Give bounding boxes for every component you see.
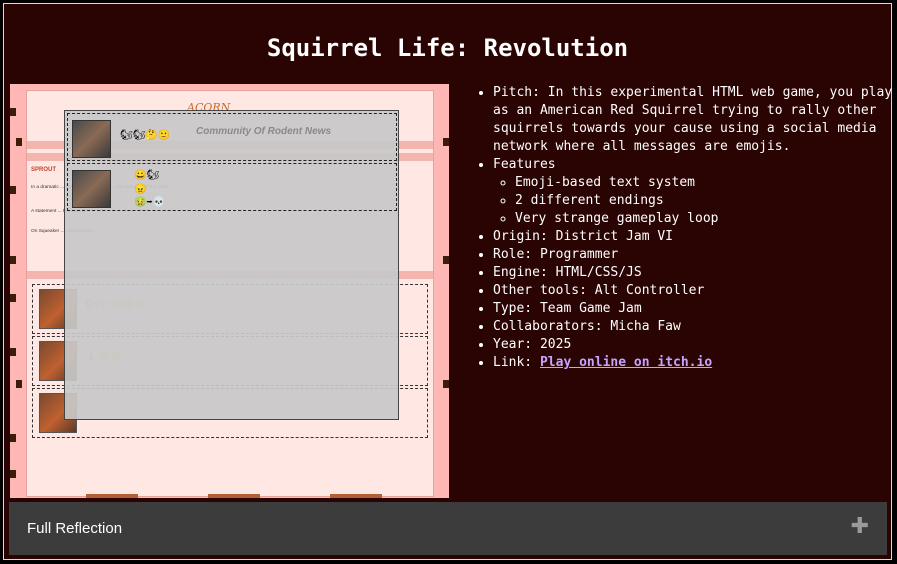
edge-marker <box>443 256 449 264</box>
overlay-faint-header: Community Of Rodent News <box>196 126 332 137</box>
overlay-message: 🐿🐿🤔🙂 Community Of Rodent News <box>67 113 397 161</box>
feature-item: Very strange gameplay loop <box>515 210 897 228</box>
bottom-tick <box>330 494 382 498</box>
edge-marker <box>16 380 22 388</box>
edge-marker <box>10 186 16 194</box>
page-frame: Squirrel Life: Revolution ACORN SPROUT I… <box>3 3 892 560</box>
detail-type: Type: Team Game Jam <box>493 300 897 318</box>
detail-engine: Engine: HTML/CSS/JS <box>493 264 897 282</box>
detail-role: Role: Programmer <box>493 246 897 264</box>
detail-link: Link: Play online on itch.io <box>493 354 897 372</box>
bottom-tick <box>86 494 138 498</box>
edge-marker <box>10 108 16 116</box>
detail-collaborators: Collaborators: Micha Faw <box>493 318 897 336</box>
edge-marker <box>443 380 449 388</box>
screenshot-sprout-label: SPROUT <box>31 167 57 173</box>
features-list: Emoji-based text system 2 different endi… <box>493 174 897 228</box>
overlay-message: 😀🐿 😠 🤢➡💀 <box>67 163 397 211</box>
message-emojis: 😀🐿 <box>134 170 160 181</box>
full-reflection-accordion[interactable]: Full Reflection ✚ <box>9 502 887 555</box>
detail-pitch: Pitch: In this experimental HTML web gam… <box>493 84 897 156</box>
link-prefix: Link: <box>493 355 540 370</box>
detail-year: Year: 2025 <box>493 336 897 354</box>
features-label: Features <box>493 157 556 172</box>
page-title: Squirrel Life: Revolution <box>266 34 629 62</box>
message-emojis: 🐿🐿🤔🙂 <box>120 130 171 141</box>
edge-marker <box>10 256 16 264</box>
edge-marker <box>10 434 16 442</box>
message-emojis: 🤢➡💀 <box>134 197 165 208</box>
plus-icon[interactable]: ✚ <box>851 514 869 539</box>
edge-marker <box>16 138 22 146</box>
accordion-label: Full Reflection <box>27 520 123 537</box>
edge-marker <box>443 138 449 146</box>
edge-marker <box>10 470 16 478</box>
detail-features: Features Emoji-based text system 2 diffe… <box>493 156 897 228</box>
game-details-list: Pitch: In this experimental HTML web gam… <box>475 84 897 372</box>
feature-item: Emoji-based text system <box>515 174 897 192</box>
feature-item: 2 different endings <box>515 192 897 210</box>
bottom-tick <box>208 494 260 498</box>
message-emojis: 😠 <box>134 184 147 195</box>
edge-marker <box>10 348 16 356</box>
squirrel-avatar <box>72 170 111 208</box>
squirrel-avatar <box>72 120 111 158</box>
detail-other-tools: Other tools: Alt Controller <box>493 282 897 300</box>
message-overlay: 🐿🐿🤔🙂 Community Of Rodent News 😀🐿 😠 🤢➡💀 <box>64 110 399 420</box>
edge-marker <box>10 294 16 302</box>
detail-origin: Origin: District Jam VI <box>493 228 897 246</box>
itch-io-link[interactable]: Play online on itch.io <box>540 355 712 370</box>
